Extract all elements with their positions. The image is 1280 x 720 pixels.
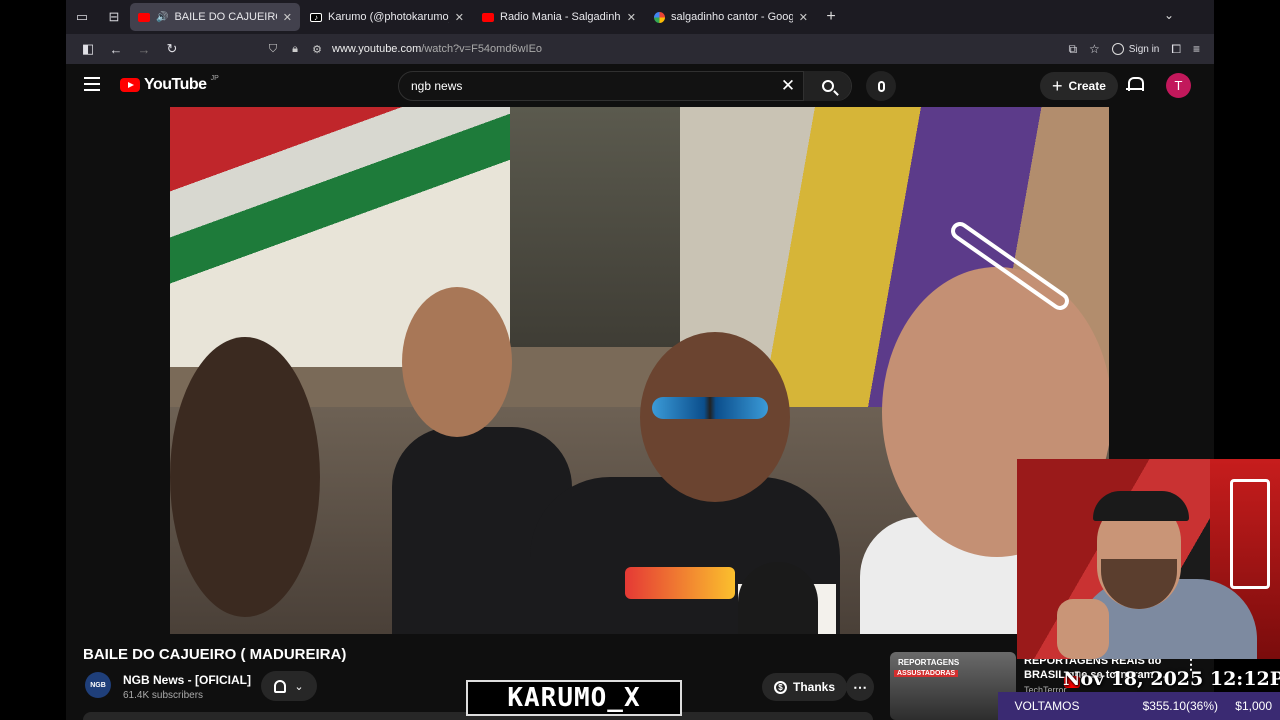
microphone-icon bbox=[877, 80, 885, 92]
bell-icon bbox=[274, 679, 287, 693]
voice-search-button[interactable] bbox=[866, 71, 896, 101]
picture-in-picture-icon[interactable]: ⧉ bbox=[1068, 42, 1077, 57]
stream-datestamp: Nov 18, 2025 12:12PM bbox=[1063, 668, 1280, 690]
search-icon bbox=[821, 80, 834, 92]
subscription-notifications-button[interactable]: ⌄ bbox=[261, 671, 317, 701]
tab-title: Radio Mania - Salgadinho - Ainda bbox=[500, 11, 621, 23]
goal-target: $1,000 bbox=[1235, 699, 1272, 713]
tab-title: BAILE DO CAJUEIRO ( MADUREIRA) bbox=[174, 11, 276, 23]
tab-radio-mania[interactable]: Radio Mania - Salgadinho - Ainda ✕ bbox=[474, 3, 644, 31]
thumbnail-caption-2: ASSUSTADORAS bbox=[894, 670, 959, 677]
permissions-icon[interactable]: ⚙ bbox=[310, 43, 324, 56]
youtube-header: YouTube JP ✕ + Create T bbox=[66, 64, 1214, 107]
region-code: JP bbox=[210, 74, 219, 82]
tab-groups-icon[interactable]: ⊟ bbox=[98, 4, 130, 30]
video-person-left-head bbox=[402, 287, 512, 437]
tab-title: salgadinho cantor - Google Search bbox=[671, 11, 793, 23]
thumbnail-caption: REPORTAGENS bbox=[898, 658, 960, 667]
video-shirt-logo bbox=[625, 567, 735, 599]
webcam-overlay bbox=[1017, 459, 1280, 659]
lock-icon[interactable]: 🔒︎ bbox=[288, 43, 302, 56]
thanks-coin-icon: $ bbox=[774, 680, 787, 694]
sign-in-button[interactable]: Sign in bbox=[1111, 43, 1160, 55]
video-scene-alley bbox=[510, 107, 680, 347]
clear-search-icon[interactable]: ✕ bbox=[773, 76, 803, 96]
tiktok-favicon-icon: ♪ bbox=[310, 12, 322, 22]
sign-in-label: Sign in bbox=[1128, 43, 1160, 55]
youtube-favicon-icon bbox=[482, 12, 494, 22]
user-avatar[interactable]: T bbox=[1166, 73, 1191, 98]
url-path: /watch?v=F54omd6wIEo bbox=[421, 43, 543, 55]
sidebar-toggle-icon[interactable]: ▭ bbox=[66, 4, 98, 30]
account-icon bbox=[1111, 43, 1124, 55]
more-actions-button[interactable]: ⋯ bbox=[846, 673, 874, 701]
new-tab-icon[interactable]: + bbox=[818, 8, 844, 26]
close-tab-icon[interactable]: ✕ bbox=[283, 11, 292, 24]
chevron-down-icon: ⌄ bbox=[294, 680, 304, 693]
navigation-bar: ◧ ← → ↻ ⛉ 🔒︎ ⚙ www.youtube.com/watch?v=F… bbox=[66, 34, 1214, 64]
forward-icon[interactable]: → bbox=[130, 42, 158, 57]
channel-avatar[interactable]: NGB bbox=[85, 672, 111, 698]
url-bar[interactable]: ⛉ 🔒︎ ⚙ www.youtube.com/watch?v=F54omd6wI… bbox=[266, 37, 1006, 61]
tab-strip: ▭ ⊟ 🔊 BAILE DO CAJUEIRO ( MADUREIRA) ✕ ♪… bbox=[66, 0, 1214, 34]
tab-tiktok[interactable]: ♪ Karumo (@photokarumo) | TikTok ✕ bbox=[302, 3, 472, 31]
subscriber-count: 61.4K subscribers bbox=[123, 690, 204, 701]
plus-icon: + bbox=[1052, 75, 1063, 96]
channel-name[interactable]: NGB News - [OFICIAL] bbox=[123, 673, 251, 687]
close-tab-icon[interactable]: ✕ bbox=[455, 11, 464, 24]
reload-icon[interactable]: ↻ bbox=[158, 41, 186, 57]
video-scene-foreground-hair bbox=[170, 337, 320, 617]
speaker-icon[interactable]: 🔊 bbox=[156, 12, 168, 23]
thanks-button[interactable]: $ Thanks bbox=[762, 673, 848, 701]
goal-amount: $355.10(36%) bbox=[1142, 699, 1218, 713]
tracking-shield-icon[interactable]: ⛉ bbox=[266, 43, 280, 56]
sidebar-icon[interactable]: ◧ bbox=[74, 41, 102, 57]
webcam-neon-sign bbox=[1230, 479, 1270, 589]
notifications-bell-icon[interactable] bbox=[1126, 76, 1144, 94]
back-icon[interactable]: ← bbox=[102, 42, 130, 57]
webcam-person-fist bbox=[1057, 599, 1109, 659]
list-all-tabs-chevron-icon[interactable]: ⌄ bbox=[1164, 8, 1174, 22]
close-tab-icon[interactable]: ✕ bbox=[799, 11, 808, 24]
create-button[interactable]: + Create bbox=[1040, 72, 1118, 100]
youtube-play-icon bbox=[120, 78, 140, 92]
bookmark-star-icon[interactable]: ☆ bbox=[1089, 42, 1100, 56]
video-microphone bbox=[738, 562, 818, 634]
menu-icon[interactable]: ≡ bbox=[1193, 42, 1200, 56]
tab-google-search[interactable]: salgadinho cantor - Google Search ✕ bbox=[646, 3, 816, 31]
video-player[interactable] bbox=[170, 107, 1109, 634]
video-sunglasses bbox=[652, 397, 768, 419]
google-favicon-icon bbox=[654, 11, 665, 23]
streamer-watermark: KARUMO_X bbox=[466, 680, 682, 716]
hamburger-menu-icon[interactable] bbox=[84, 77, 100, 95]
youtube-wordmark: YouTube bbox=[144, 76, 207, 93]
extensions-icon[interactable]: ⧠ bbox=[1171, 42, 1181, 57]
webcam-person-cap bbox=[1093, 491, 1189, 521]
tab-title: Karumo (@photokarumo) | TikTok bbox=[328, 11, 449, 23]
close-tab-icon[interactable]: ✕ bbox=[627, 11, 636, 24]
url-host: www.youtube.com bbox=[332, 43, 422, 55]
create-label: Create bbox=[1068, 79, 1106, 93]
tab-youtube-baile[interactable]: 🔊 BAILE DO CAJUEIRO ( MADUREIRA) ✕ bbox=[130, 3, 300, 31]
thanks-label: Thanks bbox=[793, 680, 836, 694]
donation-goal-ticker: VOLTAMOS $355.10(36%) $1,000 bbox=[998, 692, 1280, 720]
search-button[interactable] bbox=[803, 71, 851, 101]
goal-label: VOLTAMOS bbox=[1014, 699, 1080, 713]
search-input[interactable] bbox=[399, 79, 773, 93]
video-title: BAILE DO CAJUEIRO ( MADUREIRA) bbox=[83, 646, 347, 663]
youtube-logo[interactable]: YouTube JP bbox=[120, 74, 219, 94]
youtube-favicon-icon bbox=[138, 12, 150, 22]
search-box: ✕ bbox=[398, 71, 852, 101]
